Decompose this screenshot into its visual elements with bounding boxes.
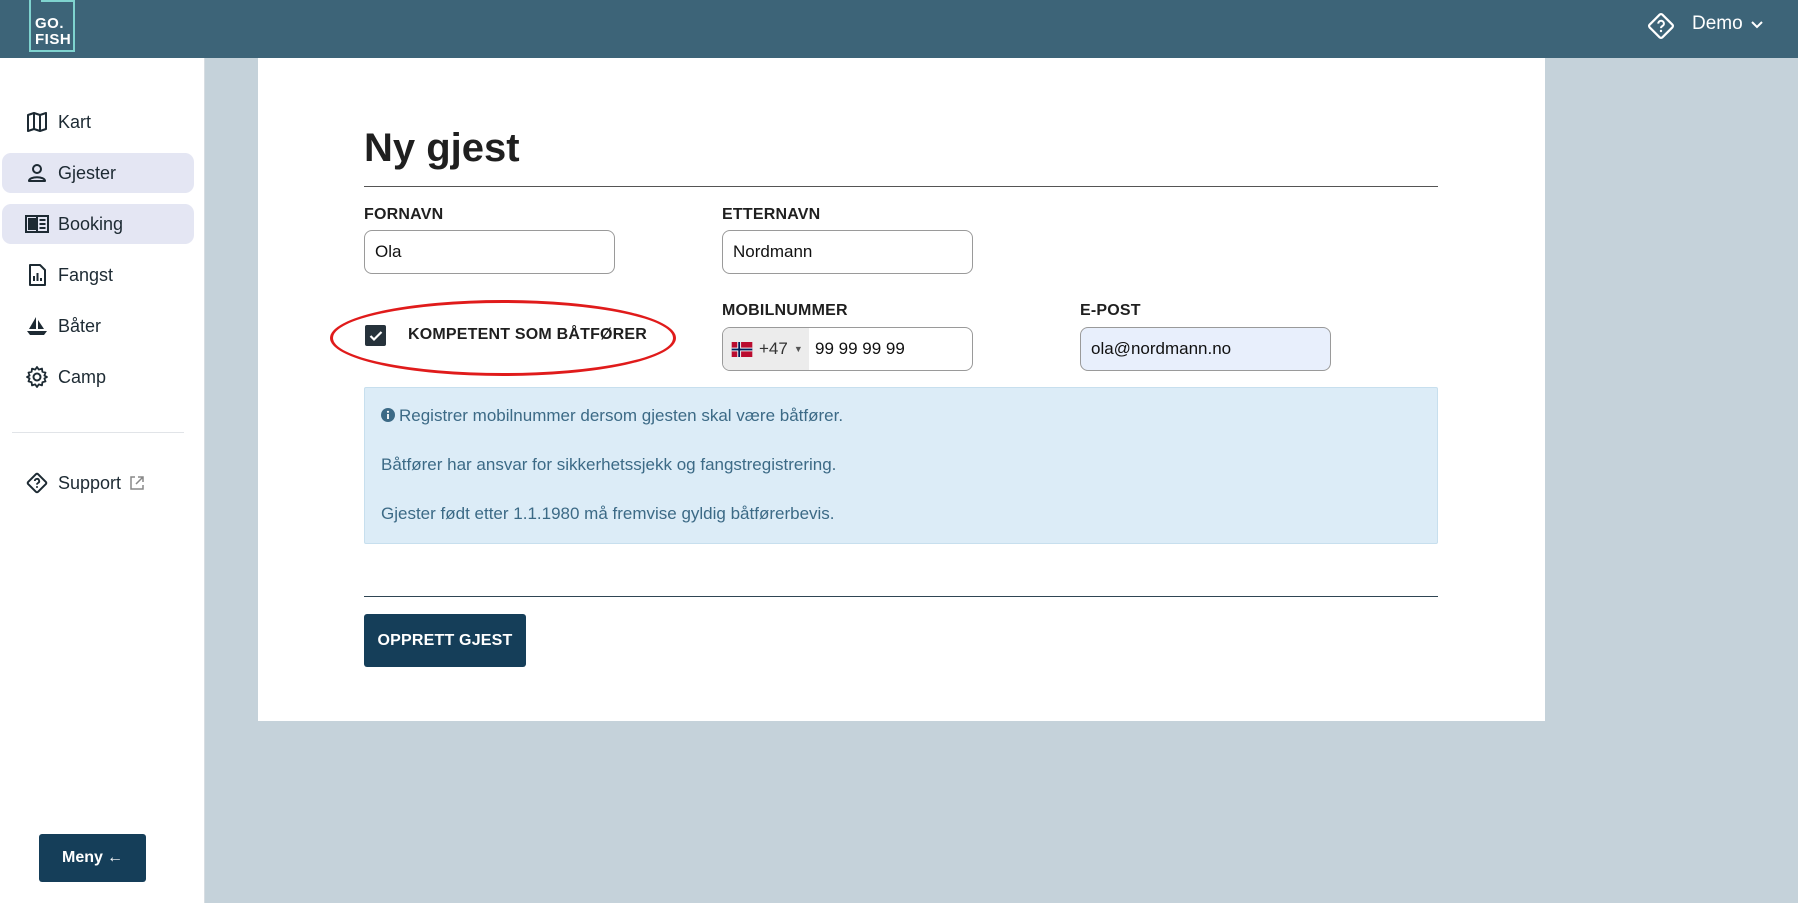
info-line-1: Registrer mobilnummer dersom gjesten ska…	[381, 406, 843, 426]
report-icon	[24, 262, 50, 288]
gofish-logo[interactable]: GO. FISH	[29, 0, 75, 52]
sidebar-item-booking[interactable]: Booking	[2, 204, 194, 244]
sidebar: Kart Gjester Booking Fangst Båter Camp S…	[0, 58, 205, 903]
create-guest-button[interactable]: OPPRETT GJEST	[364, 614, 526, 667]
sidebar-item-label: Support	[58, 472, 122, 493]
info-alert: Registrer mobilnummer dersom gjesten ska…	[364, 387, 1438, 544]
email-input[interactable]: ola@nordmann.no	[1080, 327, 1331, 371]
user-menu[interactable]: Demo	[1692, 13, 1743, 35]
sidebar-item-label: Båter	[58, 315, 102, 336]
menu-button-label: Meny	[62, 849, 103, 866]
first-name-input[interactable]: Ola	[364, 230, 615, 274]
sidebar-divider	[12, 432, 184, 433]
map-icon	[24, 109, 50, 135]
boat-driver-label[interactable]: KOMPETENT SOM BÅTFØRER	[408, 326, 647, 344]
mobile-label: MOBILNUMMER	[722, 302, 848, 319]
menu-toggle-button[interactable]: Meny ←	[39, 834, 146, 882]
sidebar-item-camp[interactable]: Camp	[2, 357, 194, 397]
checkmark-icon	[369, 330, 382, 341]
help-diamond-icon[interactable]	[1646, 11, 1676, 41]
last-name-input[interactable]: Nordmann	[722, 230, 973, 274]
sailboat-icon	[24, 313, 50, 339]
info-line-2: Båtfører har ansvar for sikkerhetssjekk …	[381, 455, 837, 474]
gear-icon	[24, 364, 50, 390]
main-card: Ny gjest FORNAVN Ola ETTERNAVN Nordmann …	[258, 58, 1545, 721]
arrow-left-icon: ←	[106, 849, 123, 866]
info-icon	[381, 408, 395, 422]
last-name-label: ETTERNAVN	[722, 206, 821, 223]
logo-text: GO. FISH	[35, 15, 72, 48]
person-icon	[24, 160, 50, 186]
info-text: Registrer mobilnummer dersom gjesten ska…	[399, 406, 844, 425]
sidebar-item-label: Booking	[58, 213, 124, 234]
sidebar-item-label: Gjester	[58, 162, 117, 183]
info-line-3: Gjester født etter 1.1.1980 må fremvise …	[381, 504, 835, 523]
top-bar: GO. FISH Demo	[0, 0, 1798, 58]
mobile-input[interactable]: 99 99 99 99	[809, 339, 905, 359]
sidebar-item-support[interactable]: Support	[2, 463, 194, 503]
sidebar-item-gjester[interactable]: Gjester	[2, 153, 194, 193]
sidebar-item-kart[interactable]: Kart	[2, 102, 194, 142]
sidebar-item-label: Fangst	[58, 264, 114, 285]
country-code: +47	[759, 339, 788, 358]
mobile-input-group: +47 ▼ 99 99 99 99	[722, 327, 973, 371]
sidebar-item-bater[interactable]: Båter	[2, 306, 194, 346]
book-icon	[24, 211, 50, 237]
caret-down-icon: ▼	[793, 344, 803, 354]
external-link-icon	[129, 475, 145, 491]
chevron-down-icon[interactable]	[1750, 18, 1764, 32]
form-divider	[364, 596, 1438, 597]
boat-driver-checkbox[interactable]	[365, 325, 386, 346]
country-code-select[interactable]: +47 ▼	[723, 328, 809, 370]
first-name-label: FORNAVN	[364, 206, 444, 223]
title-divider	[364, 186, 1438, 187]
sidebar-item-label: Camp	[58, 366, 107, 387]
norway-flag-icon	[731, 341, 753, 357]
sidebar-item-label: Kart	[58, 111, 92, 132]
page-title: Ny gjest	[364, 126, 520, 170]
email-label: E-POST	[1080, 302, 1141, 319]
help-diamond-icon	[24, 470, 50, 496]
sidebar-item-fangst[interactable]: Fangst	[2, 255, 194, 295]
